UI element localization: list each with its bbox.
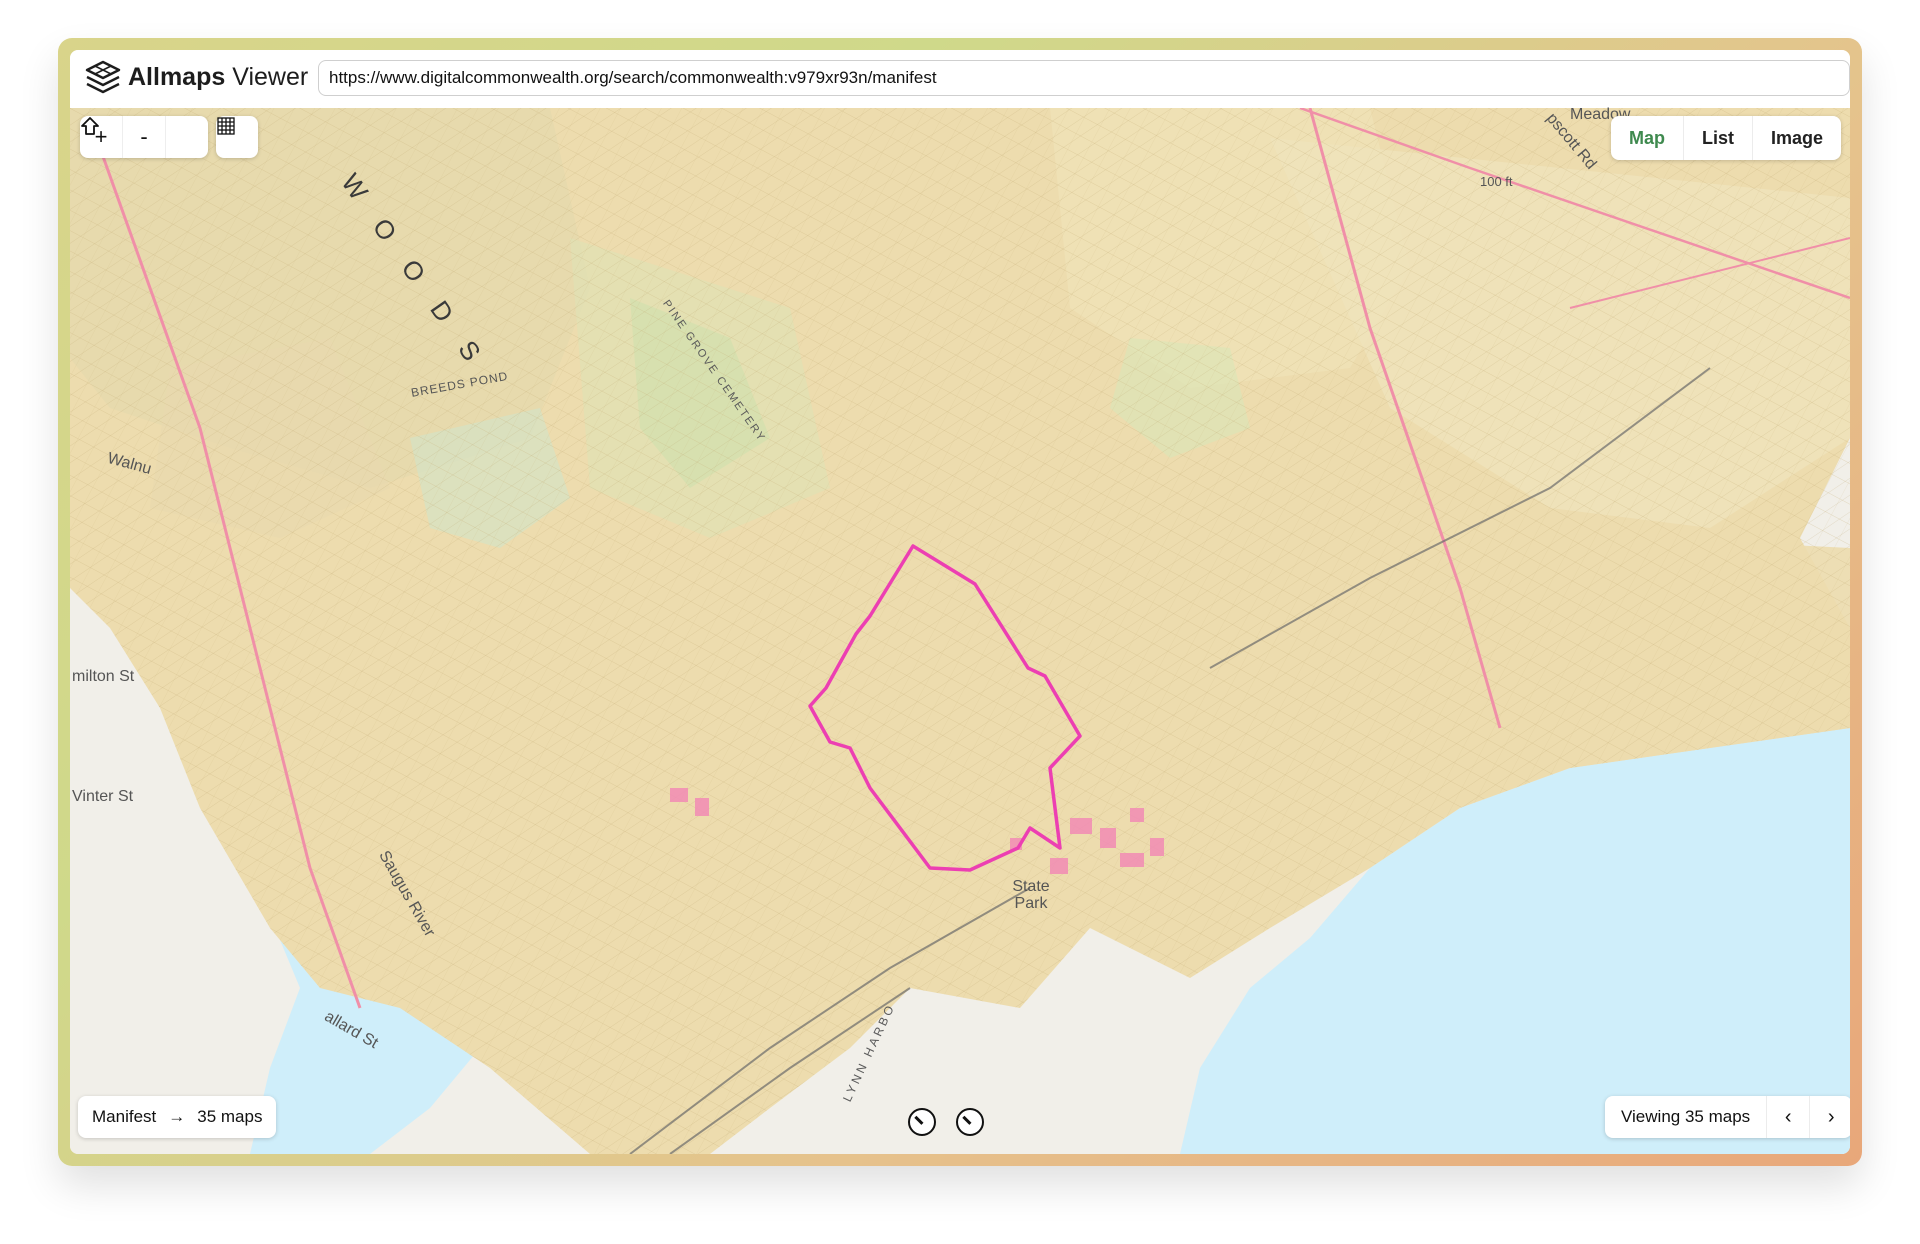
- rotate-right-dial-icon[interactable]: [956, 1108, 984, 1136]
- previous-map-button[interactable]: ‹: [1767, 1096, 1810, 1138]
- rotate-left-dial-icon[interactable]: [908, 1108, 936, 1136]
- tab-list[interactable]: List: [1684, 116, 1753, 160]
- label-state-park: State Park: [996, 878, 1066, 912]
- view-tabs: Map List Image: [1611, 116, 1841, 160]
- label-winter-st: Vinter St: [72, 788, 133, 806]
- home-button[interactable]: [166, 116, 208, 158]
- viewing-count: Viewing 35 maps: [1605, 1096, 1767, 1138]
- breadcrumb: Manifest → 35 maps: [78, 1096, 276, 1138]
- app-title: Allmaps Viewer: [128, 63, 308, 92]
- allmaps-logo-icon: [84, 59, 122, 99]
- zoom-out-button[interactable]: -: [123, 116, 166, 158]
- map-view[interactable]: milton St Vinter St Saugus River allard …: [70, 108, 1850, 1154]
- zoom-controls: + -: [80, 116, 208, 158]
- manifest-url-input[interactable]: [318, 60, 1850, 96]
- label-milton-st: milton St: [72, 668, 134, 686]
- tab-map[interactable]: Map: [1611, 116, 1684, 160]
- label-height: 100 ft: [1480, 174, 1513, 189]
- breadcrumb-source[interactable]: Manifest: [92, 1107, 156, 1127]
- map-canvas[interactable]: [70, 108, 1850, 1154]
- brand-bold: Allmaps: [128, 63, 225, 91]
- top-bar: Allmaps Viewer: [70, 50, 1850, 109]
- grid-toggle-button[interactable]: [216, 116, 258, 158]
- tab-image[interactable]: Image: [1753, 116, 1841, 160]
- breadcrumb-count: 35 maps: [197, 1107, 262, 1127]
- next-map-button[interactable]: ›: [1810, 1096, 1850, 1138]
- breadcrumb-arrow-icon: →: [168, 1107, 185, 1127]
- home-icon: [80, 116, 100, 136]
- brand-light: Viewer: [232, 63, 308, 91]
- map-pager: Viewing 35 maps ‹ ›: [1605, 1096, 1850, 1138]
- grid-icon: [216, 116, 236, 136]
- viewer-window: Allmaps Viewer: [70, 50, 1850, 1154]
